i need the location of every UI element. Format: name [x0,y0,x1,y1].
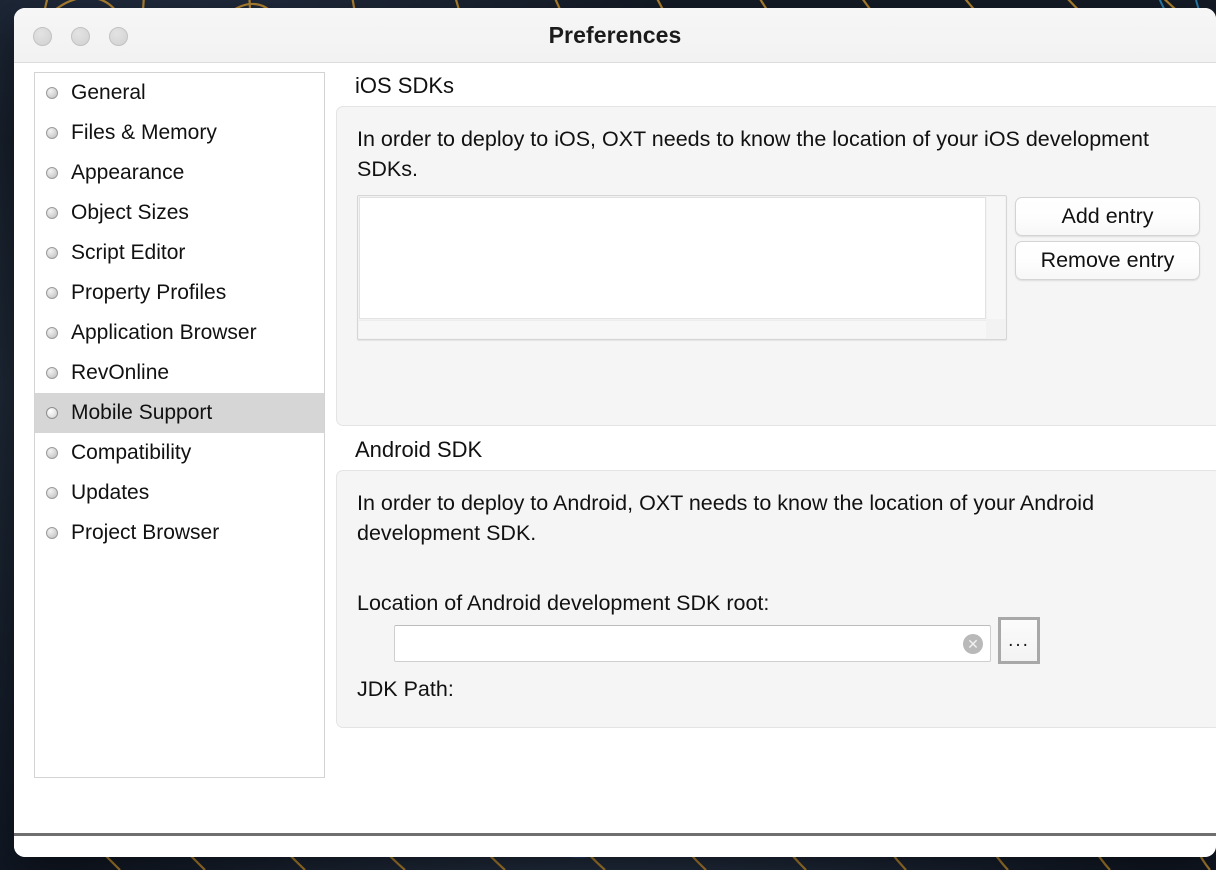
gear-disc-icon [46,247,58,259]
sidebar-item-label: Project Browser [71,521,220,544]
preferences-window: Preferences General Files & Memory Appea… [14,8,1216,857]
sidebar-item-property-profiles[interactable]: Property Profiles [35,273,324,313]
sidebar-item-compatibility[interactable]: Compatibility [35,433,324,473]
sidebar-item-appearance[interactable]: Appearance [35,153,324,193]
sidebar-item-general[interactable]: General [35,73,324,113]
sidebar-item-label: Compatibility [71,441,192,464]
sidebar-item-label: RevOnline [71,361,170,384]
sidebar-item-label: General [71,81,146,104]
gear-disc-icon [46,527,58,539]
gear-disc-icon [46,447,58,459]
android-sdk-path-input[interactable] [395,627,950,660]
clear-circle-x-icon[interactable]: ✕ [963,633,983,654]
footer-divider [14,833,1216,836]
window-titlebar: Preferences [14,8,1216,63]
horizontal-scrollbar[interactable] [359,320,986,338]
gear-disc-icon [46,167,58,179]
gear-disc-icon [46,487,58,499]
sidebar-item-label: Object Sizes [71,201,189,224]
sidebar-item-updates[interactable]: Updates [35,473,324,513]
vertical-scrollbar[interactable] [987,197,1005,319]
ios-sdks-description: In order to deploy to iOS, OXT needs to … [357,127,1149,181]
sidebar-item-revonline[interactable]: RevOnline [35,353,324,393]
gear-disc-icon [46,367,58,379]
browse-folder-button[interactable]: ... [998,617,1040,664]
ios-sdks-panel: In order to deploy to iOS, OXT needs to … [336,106,1216,543]
window-title: Preferences [548,22,682,48]
sidebar-item-object-sizes[interactable]: Object Sizes [35,193,324,233]
sidebar-item-label: Updates [71,481,150,504]
jdk-path-label: JDK Path: [357,677,454,701]
gear-disc-icon [46,127,58,139]
sidebar-item-label: Mobile Support [71,401,213,424]
android-sdk-description: In order to deploy to Android, OXT needs… [357,491,1095,545]
window-body: General Files & Memory Appearance Object… [14,63,1216,857]
sidebar-item-script-editor[interactable]: Script Editor [35,233,324,273]
mobile-support-pane: iOS SDKs In order to deploy to iOS, OXT … [336,63,1216,728]
ios-sdk-list-box[interactable] [357,195,1007,340]
ios-sdk-list-content[interactable] [359,197,986,319]
gear-disc-icon [46,87,58,99]
preferences-category-list[interactable]: General Files & Memory Appearance Object… [34,72,325,778]
android-sdk-location-label: Location of Android development SDK root… [357,591,770,615]
android-sdk-panel: In order to deploy to Android, OXT needs… [336,470,1216,728]
gear-disc-icon [46,327,58,339]
remove-entry-button[interactable]: Remove entry [1015,241,1200,280]
sidebar-item-label: Property Profiles [71,281,227,304]
sidebar-item-label: Files & Memory [71,121,217,144]
add-entry-button[interactable]: Add entry [1015,197,1200,236]
sidebar-item-application-browser[interactable]: Application Browser [35,313,324,353]
sidebar-item-label: Application Browser [71,321,257,344]
sidebar-item-files-memory[interactable]: Files & Memory [35,113,324,153]
sidebar-item-label: Appearance [71,161,185,184]
ios-sdks-group-title: iOS SDKs [336,63,1216,106]
android-sdk-group-title: Android SDK [336,426,1216,470]
sidebar-item-project-browser[interactable]: Project Browser [35,513,324,553]
sidebar-item-mobile-support[interactable]: Mobile Support [35,393,324,433]
android-sdk-path-field[interactable]: ✕ [394,625,991,662]
gear-disc-icon [46,207,58,219]
gear-disc-icon [46,407,58,419]
sidebar-item-label: Script Editor [71,241,186,264]
gear-disc-icon [46,287,58,299]
